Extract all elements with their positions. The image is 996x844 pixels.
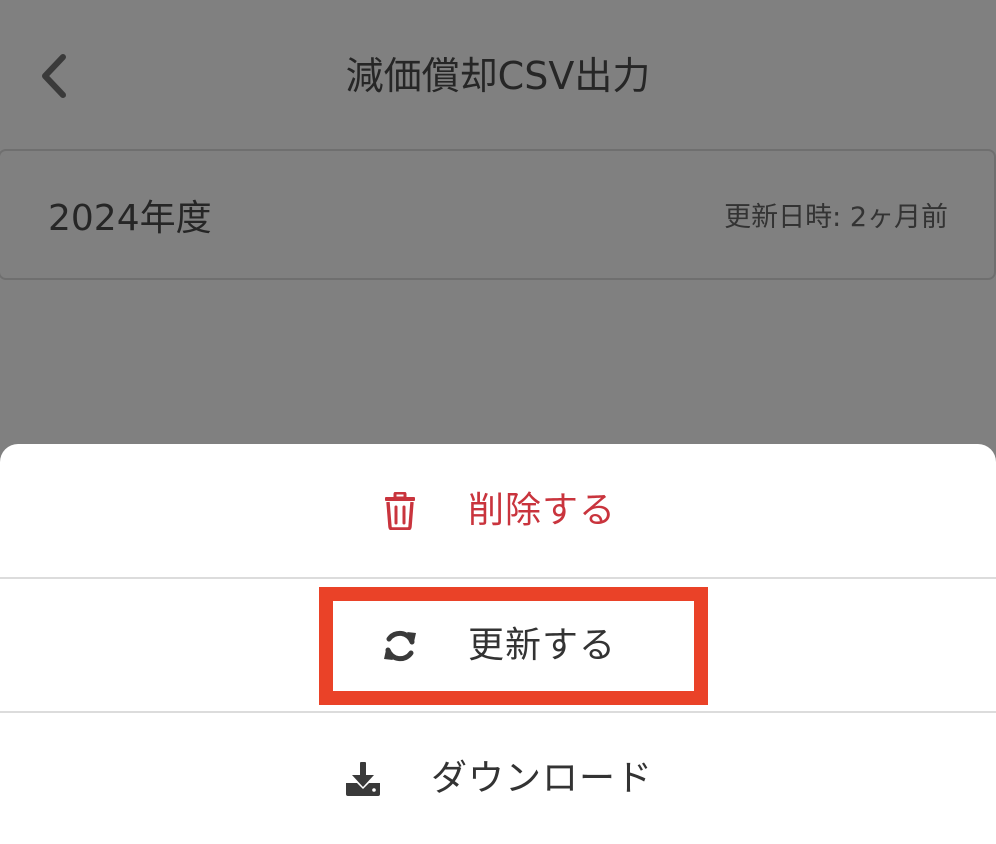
- year-label: 2024年度: [48, 198, 212, 239]
- updated-timestamp: 更新日時: 2ヶ月前: [724, 202, 948, 233]
- download-icon: [343, 759, 383, 799]
- action-sheet: 削除する 更新する ダウンロード: [0, 444, 996, 844]
- update-button-content: 更新する: [380, 622, 616, 670]
- screen: 減価償却CSV出力 2024年度 更新日時: 2ヶ月前 削除する 更新する ダウ…: [0, 0, 996, 844]
- delete-button[interactable]: 削除する: [0, 444, 996, 578]
- update-button[interactable]: 更新する: [0, 579, 996, 713]
- download-button-content: ダウンロード: [343, 755, 653, 803]
- header: 減価償却CSV出力: [0, 0, 996, 150]
- download-label: ダウンロード: [430, 757, 653, 799]
- refresh-icon: [380, 626, 420, 666]
- download-button[interactable]: ダウンロード: [0, 713, 996, 844]
- trash-icon: [380, 491, 420, 531]
- delete-label: 削除する: [467, 490, 616, 531]
- update-label: 更新する: [467, 625, 616, 666]
- delete-button-content: 削除する: [380, 487, 616, 535]
- page-title: 減価償却CSV出力: [345, 54, 651, 98]
